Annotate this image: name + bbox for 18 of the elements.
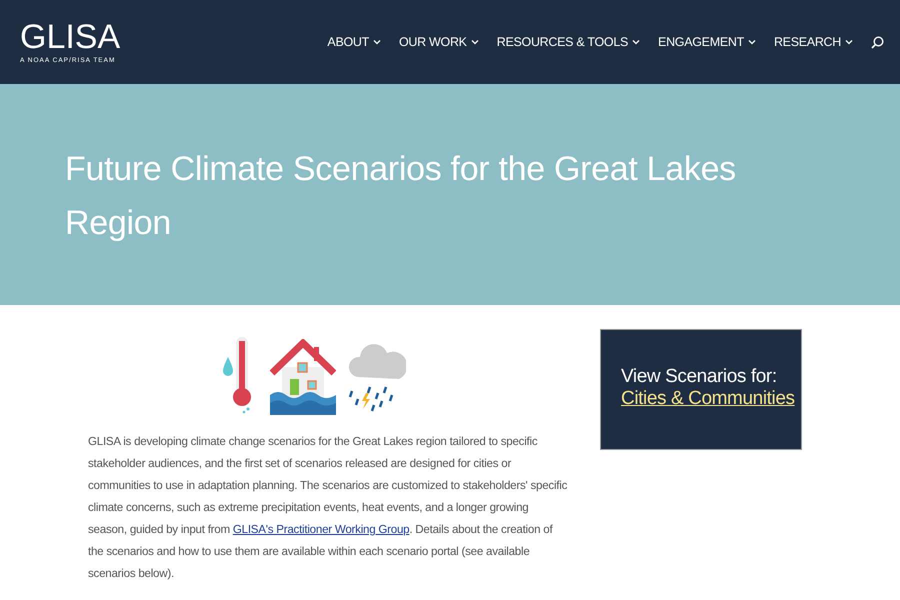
practitioner-link[interactable]: GLISA's Practitioner Working Group [232,523,410,536]
nav-item[interactable]: RESOURCES & TOOLS [496,35,640,49]
nav-item[interactable]: ABOUT [327,35,381,49]
intro-paragraph: GLISA is developing climate change scenarios for the Great Lakes region tailored to specific stakeholder audiences, and the first set of scenarios released are designed for cities or communities to use in adaptation planning. The scenarios are customized to stakeholders' specific climate concerns, such as extreme precipitation events, heat events, and a longer growing season, guided by input from GLISA's Practitioner Working Group. Details about the creation of the scenarios and how to use them are available within each scenario portal (see available scenarios below). [88,434,568,582]
nav-item[interactable]: OUR WORK [398,35,479,49]
chevron-icon [470,39,479,45]
nav-item[interactable]: RESEARCH [774,35,853,49]
card-heading: View Scenarios for: [621,366,778,388]
search-icon[interactable] [871,36,884,48]
logo[interactable]: GLISA [20,20,120,54]
scenario-link[interactable]: Cities & Communities [621,388,795,409]
chevron-icon [372,39,381,45]
page-title: Future Climate Scenarios for the Great Lakes Region [65,149,737,244]
nav-item[interactable]: ENGAGEMENT [658,35,756,49]
chevron-icon [632,39,640,45]
chevron-icon [748,39,756,45]
flooded-house-icon [270,339,336,415]
chevron-icon [845,39,853,45]
